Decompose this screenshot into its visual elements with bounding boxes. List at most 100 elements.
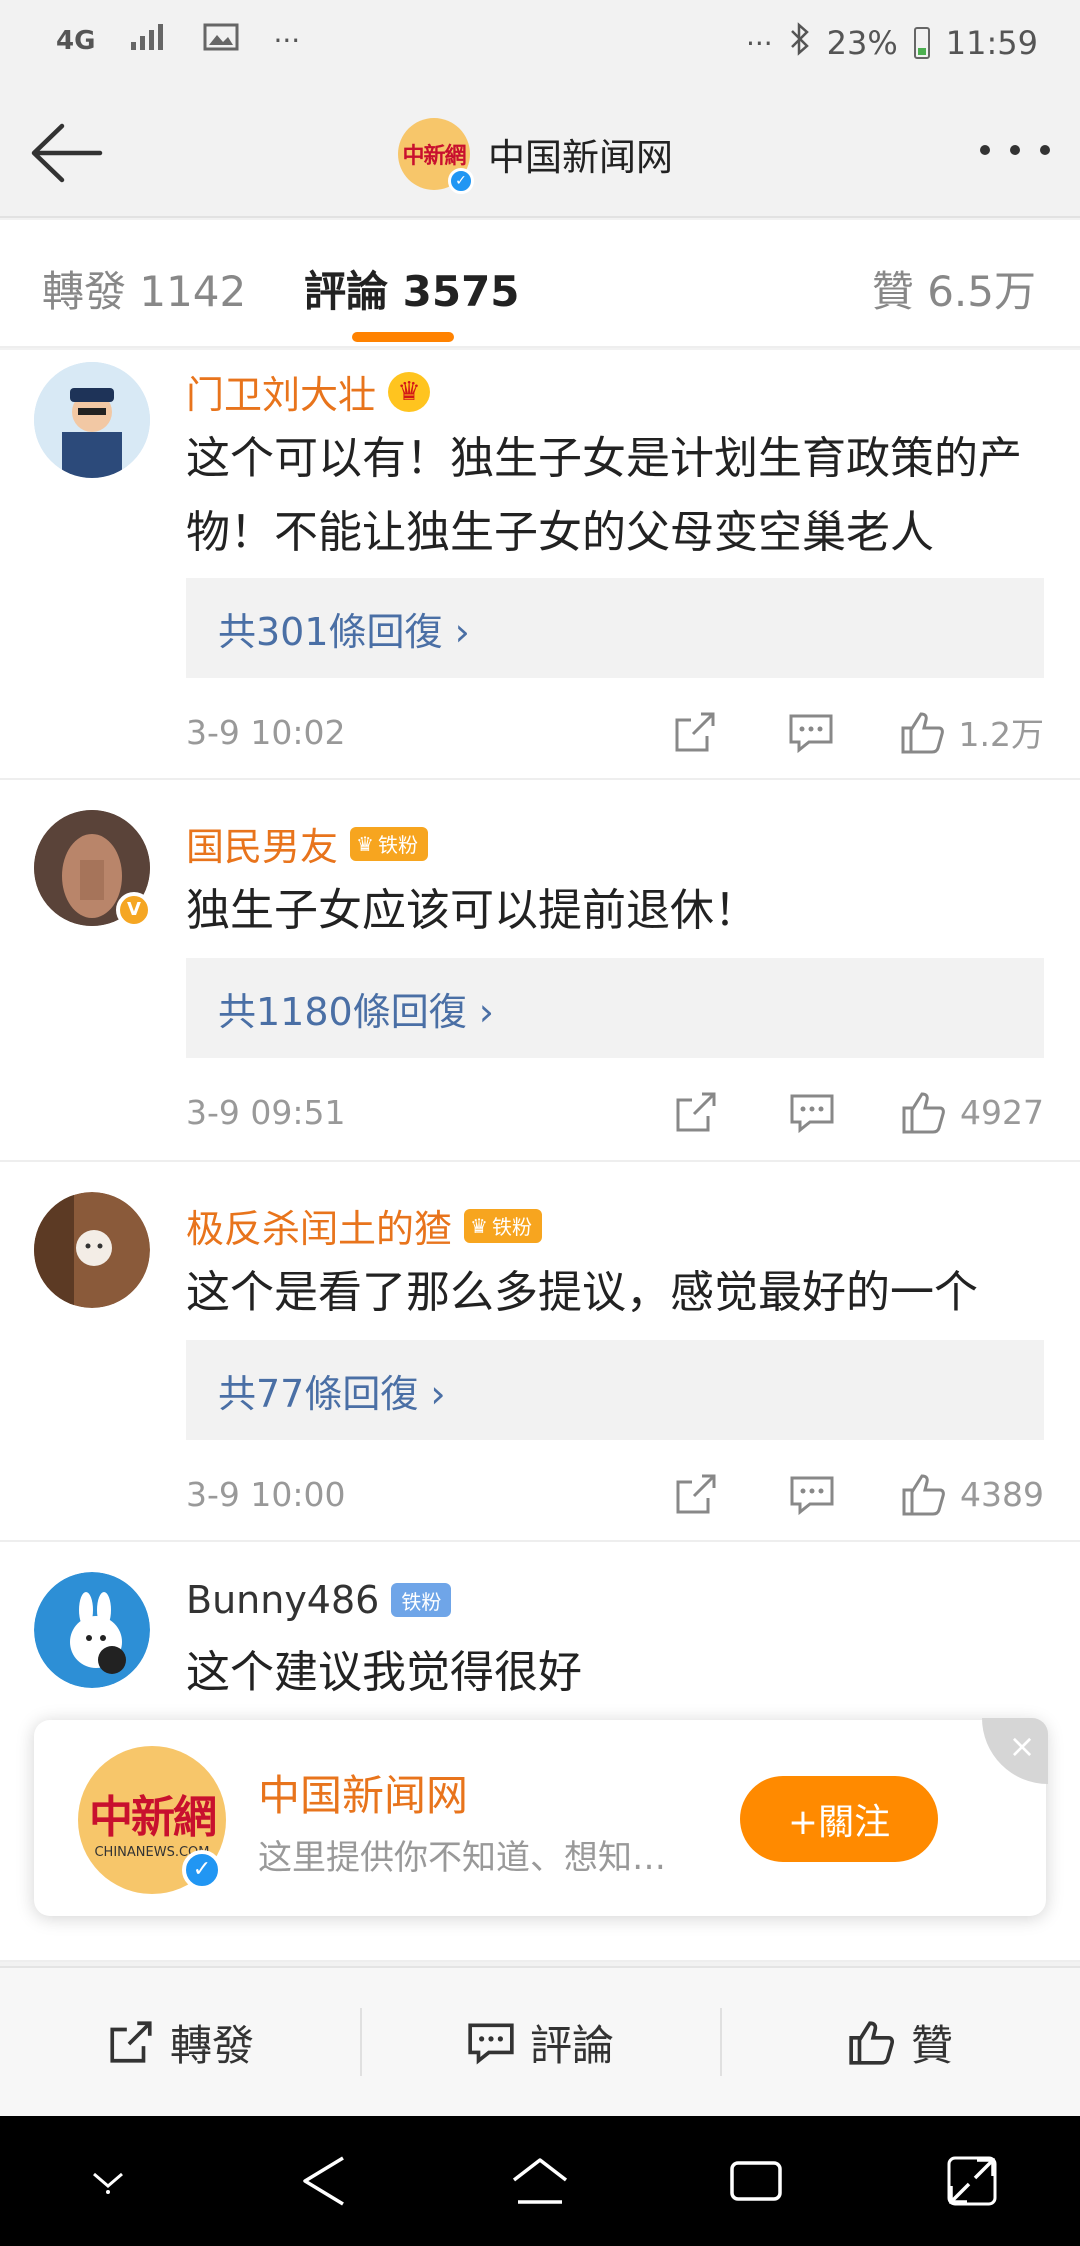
status-bar: 4G ··· ··· 23% 11:59 <box>0 0 1080 90</box>
dot <box>1010 145 1020 155</box>
comment-author[interactable]: 极反杀闰土的猹 <box>186 1198 452 1253</box>
like-button[interactable]: 4389 <box>900 1470 1044 1518</box>
back-triangle-icon <box>303 2156 344 2206</box>
account-description: 这里提供你不知道、想知道的新闻资讯… <box>258 1838 678 1878</box>
tab-repost[interactable]: 轉發 1142 <box>42 258 246 319</box>
hide-keyboard-button[interactable] <box>73 2146 143 2216</box>
like-button[interactable]: 贊 <box>720 1968 1080 2116</box>
arrow-left-icon <box>31 123 103 183</box>
page-title: 中国新闻网 <box>488 136 673 179</box>
view-replies-link[interactable]: 共301條回復 › <box>218 601 470 656</box>
view-replies-link[interactable]: 共77條回復 › <box>218 1363 446 1418</box>
thumbs-up-icon <box>902 1474 945 1516</box>
nav-back-button[interactable] <box>289 2146 359 2216</box>
chevron-down-icon <box>93 2172 123 2194</box>
account-name[interactable]: 中国新闻网 <box>258 1762 468 1823</box>
avatar[interactable] <box>34 1572 150 1688</box>
verified-icon: ✓ <box>448 168 474 194</box>
more-status-icon: ··· <box>745 26 773 60</box>
nav-expand-button[interactable] <box>937 2146 1007 2216</box>
battery-icon <box>913 27 930 59</box>
comment-author[interactable]: 国民男友 <box>186 816 338 871</box>
comment-author[interactable]: Bunny486 <box>186 1578 379 1622</box>
crown-icon: ♛ <box>356 831 374 856</box>
comment-text: 这个是看了那么多提议，感觉最好的一个 <box>186 1267 978 1318</box>
view-replies-link[interactable]: 共1180條回復 › <box>218 981 494 1036</box>
comment-icon[interactable] <box>787 708 835 756</box>
comment-time: 3-9 09:51 <box>186 1092 346 1132</box>
back-button[interactable] <box>28 118 106 188</box>
comment-icon[interactable] <box>788 1470 836 1518</box>
like-count: 4389 <box>960 1474 1044 1514</box>
comment-time: 3-9 10:02 <box>186 712 346 752</box>
replies-box[interactable]: 共1180條回復 › <box>186 958 1044 1058</box>
repost-icon <box>110 2021 152 2063</box>
chinanews-logo: 中新網 <box>402 143 466 169</box>
tab-comments[interactable]: 評論 3575 <box>304 258 520 319</box>
tab-bar: 轉發 1142 評論 3575 贊 6.5万 <box>0 220 1080 348</box>
repost-label: 轉發 <box>169 2020 254 2070</box>
like-button[interactable]: 4927 <box>900 1088 1044 1136</box>
close-icon[interactable]: × <box>982 1718 1048 1784</box>
expand-icon <box>947 2156 997 2206</box>
thumbs-up-icon <box>901 712 944 754</box>
signal-icon <box>129 22 169 59</box>
more-status-icon: ··· <box>273 24 301 57</box>
thumbs-up-icon <box>902 1092 945 1134</box>
account-avatar[interactable]: 中新網 CHINANEWS.COM ✓ <box>78 1746 226 1894</box>
account-header[interactable]: 中新網 ✓ 中国新闻网 <box>398 118 673 194</box>
battery-percent: 23% <box>826 24 898 62</box>
verified-icon: V <box>116 892 152 928</box>
image-icon <box>203 22 239 59</box>
dot <box>1040 145 1050 155</box>
clock: 11:59 <box>945 24 1038 62</box>
avatar[interactable]: V <box>34 810 152 928</box>
follow-button[interactable]: +關注 <box>740 1776 938 1862</box>
tab-likes[interactable]: 贊 6.5万 <box>872 258 1036 319</box>
repost-icon[interactable] <box>671 708 719 756</box>
comment-item: V 国民男友 ♛ 铁粉 独生子女应该可以提前退休！ 共1180條回復 › 3-9 … <box>0 780 1080 1162</box>
fan-badge: ♛ 铁粉 <box>464 1208 542 1243</box>
recents-icon <box>730 2161 782 2201</box>
like-label: 贊 <box>910 2020 953 2070</box>
crown-icon: ♛ <box>388 371 431 412</box>
comment-time: 3-9 10:00 <box>186 1474 346 1514</box>
system-nav-bar <box>0 2116 1080 2246</box>
repost-button[interactable]: 轉發 <box>0 1968 360 2116</box>
comment-text: 独生子女应该可以提前退休！ <box>186 885 758 936</box>
comment-button[interactable]: 評論 <box>360 1968 720 2116</box>
home-icon <box>512 2158 568 2204</box>
replies-box[interactable]: 共77條回復 › <box>186 1340 1044 1440</box>
crown-icon: ♛ <box>470 1213 488 1238</box>
fan-badge: ♛ 铁粉 <box>350 826 428 861</box>
follow-suggestion-card: 中新網 CHINANEWS.COM ✓ 中国新闻网 这里提供你不知道、想知道的新… <box>34 1718 1048 1916</box>
comment-icon <box>468 2023 514 2065</box>
comment-author[interactable]: 门卫刘大壮 <box>186 364 376 419</box>
network-type: 4G <box>56 25 96 56</box>
top-nav: 中新網 ✓ 中国新闻网 <box>0 90 1080 218</box>
avatar[interactable] <box>34 362 150 478</box>
replies-box[interactable]: 共301條回復 › <box>186 578 1044 678</box>
fan-badge: 铁粉 <box>391 1583 452 1617</box>
bluetooth-icon <box>789 22 811 64</box>
comment-text: 这个可以有！独生子女是计划生育政策的产物！不能让独生子女的父母变空巢老人 <box>186 433 1022 558</box>
account-avatar[interactable]: 中新網 ✓ <box>398 118 474 194</box>
comment-label: 評論 <box>529 2020 614 2070</box>
like-count: 4927 <box>960 1092 1044 1132</box>
bottom-action-bar: 轉發 評論 贊 <box>0 1966 1080 2116</box>
repost-icon[interactable] <box>672 1470 720 1518</box>
like-button[interactable]: 1.2万 <box>899 708 1044 756</box>
like-count: 1.2万 <box>958 715 1044 754</box>
comment-item: 门卫刘大壮 ♛ 这个可以有！独生子女是计划生育政策的产物！不能让独生子女的父母变… <box>0 350 1080 780</box>
comment-icon[interactable] <box>788 1088 836 1136</box>
repost-icon[interactable] <box>672 1088 720 1136</box>
comment-item: 极反杀闰土的猹 ♛ 铁粉 这个是看了那么多提议，感觉最好的一个 共77條回復 › … <box>0 1162 1080 1542</box>
comment-text: 这个建议我觉得很好 <box>186 1647 582 1698</box>
thumbs-up-icon <box>849 2021 894 2065</box>
nav-recents-button[interactable] <box>721 2146 791 2216</box>
avatar[interactable] <box>34 1192 150 1308</box>
more-options-button[interactable] <box>980 130 1050 170</box>
nav-home-button[interactable] <box>505 2146 575 2216</box>
verified-icon: ✓ <box>182 1850 222 1890</box>
active-tab-indicator <box>352 332 454 342</box>
